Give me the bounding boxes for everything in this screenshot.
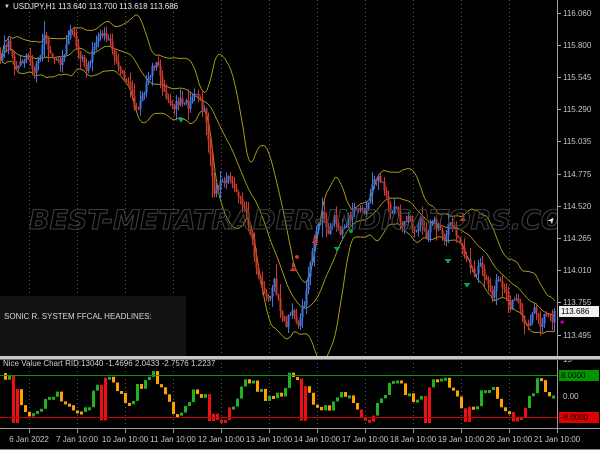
time-axis-tick [413, 429, 414, 433]
time-tick-label: 21 Jan 10:00 [534, 435, 580, 444]
ffcal-headlines-text: SONIC R. SYSTEM FFCAL HEADLINES: [4, 312, 152, 321]
price-tick-label: 114.520 [563, 202, 591, 211]
price-axis-tick [558, 13, 561, 14]
price-axis-tick [558, 77, 561, 78]
time-tick-label: 11 Jan 10:00 [150, 435, 196, 444]
mt4-chart-window: ▼USDJPY,H1 113.640 113.700 113.618 113.6… [0, 0, 600, 450]
price-axis-tick [558, 206, 561, 207]
time-axis[interactable]: 6 Jan 2022 7 Jan 10:00 10 Jan 10:0011 Jan … [0, 429, 600, 450]
price-axis-tick [558, 302, 561, 303]
time-axis-tick [509, 429, 510, 433]
price-axis-tick [558, 238, 561, 239]
time-axis-tick [557, 429, 558, 433]
chevron-down-icon[interactable]: ▼ [4, 4, 10, 10]
indicator-tick-label: 0.00 [563, 392, 579, 401]
time-axis-tick [269, 429, 270, 433]
price-tick-label: 115.545 [563, 73, 591, 82]
watermark-text: BEST-METATRADER-INDICATORS.COM [29, 205, 569, 236]
time-tick-label: 13 Jan 10:00 [246, 435, 292, 444]
time-axis-tick [461, 429, 462, 433]
time-axis-tick [365, 429, 366, 433]
time-axis-tick [77, 429, 78, 433]
time-tick-label: 12 Jan 10:00 [198, 435, 244, 444]
price-tick-label: 114.265 [563, 234, 591, 243]
time-tick-label: 10 Jan 10:00 [102, 435, 148, 444]
time-tick-label: 7 Jan 10:00 [56, 435, 98, 444]
chart-symbol-ohlc-label: ▼USDJPY,H1 113.640 113.700 113.618 113.6… [4, 2, 178, 13]
price-axis-tick [558, 270, 561, 271]
window-splitter[interactable] [0, 356, 600, 360]
price-axis-tick [558, 174, 561, 175]
price-tick-label: 116.060 [563, 9, 591, 18]
time-axis-tick [29, 429, 30, 433]
time-tick-label: 18 Jan 10:00 [390, 435, 436, 444]
price-axis-tick [558, 141, 561, 142]
price-tick-label: 115.035 [563, 137, 591, 146]
time-tick-label: 20 Jan 10:00 [486, 435, 532, 444]
price-tick-label: 115.290 [563, 105, 591, 114]
current-price-box: 113.686 [559, 306, 599, 317]
time-tick-label: 17 Jan 10:00 [342, 435, 388, 444]
price-tick-label: 113.495 [563, 331, 591, 340]
price-tick-label: 114.010 [563, 266, 591, 275]
time-axis-tick [173, 429, 174, 433]
price-axis[interactable]: 116.060 115.800 115.545 115.290 115.035 114.7… [557, 0, 600, 428]
upper-level-box: 8.0000 [559, 370, 599, 381]
price-axis-tick [558, 109, 561, 110]
time-tick-label: 14 Jan 10:00 [294, 435, 340, 444]
time-tick-label: 6 Jan 2022 [9, 435, 49, 444]
nice-value-chart-canvas[interactable] [0, 359, 557, 427]
price-tick-label: 115.800 [563, 41, 591, 50]
lower-level-box: -8.0000 [559, 412, 599, 423]
price-axis-tick [558, 45, 561, 46]
ffcal-headlines-panel: SONIC R. SYSTEM FFCAL HEADLINES: [0, 296, 186, 356]
time-axis-tick [317, 429, 318, 433]
indicator-name-label: Nice Value Chart RID:13040 -1.4696 2.043… [3, 359, 215, 368]
time-axis-tick [221, 429, 222, 433]
time-tick-label: 19 Jan 10:00 [438, 435, 484, 444]
price-tick-label: 114.775 [563, 170, 591, 179]
price-axis-tick [558, 335, 561, 336]
symbol-ohlc-text: USDJPY,H1 113.640 113.700 113.618 113.68… [13, 2, 178, 11]
time-axis-tick [125, 429, 126, 433]
magenta-price-arrow-icon: ◄ [558, 319, 565, 326]
